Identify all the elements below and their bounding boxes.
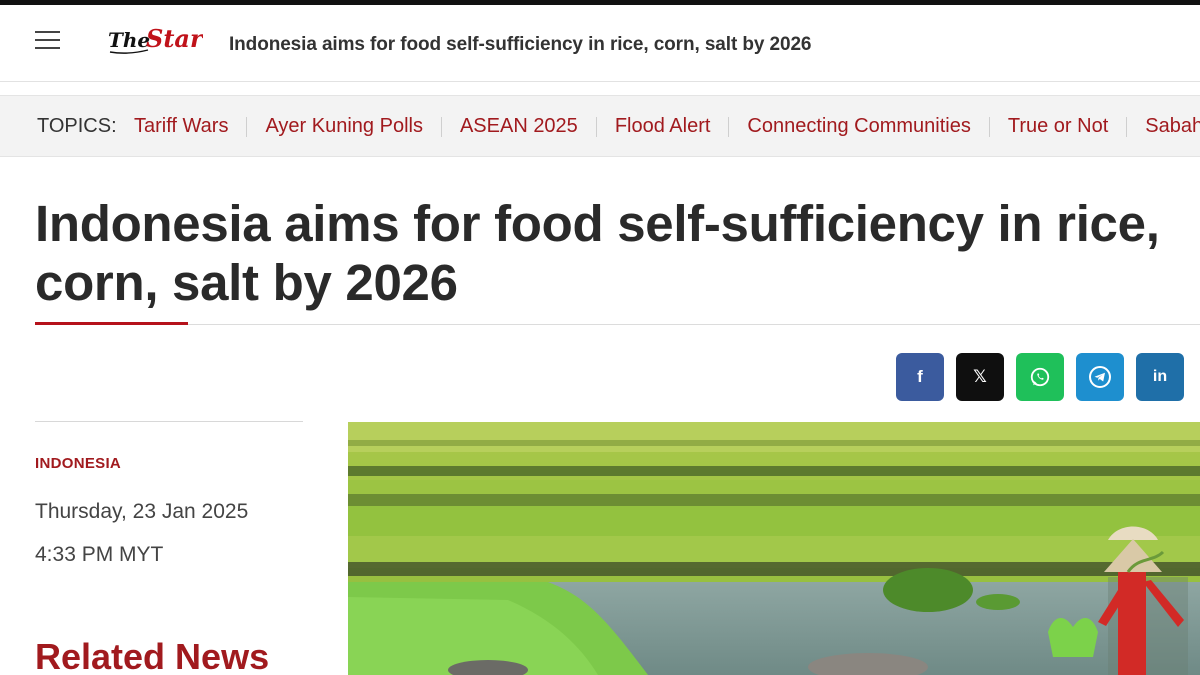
linkedin-share-button[interactable]: in [1136,353,1184,401]
linkedin-icon: in [1152,368,1168,385]
headline-line-2: corn, salt by 2026 [35,254,458,311]
svg-text:The: The [108,28,150,52]
headline-line-1: Indonesia aims for food self-sufficiency… [35,195,1160,252]
topic-link[interactable]: True or Not [1008,115,1108,138]
topic-link[interactable]: ASEAN 2025 [460,115,578,138]
share-buttons: f 𝕏 in [896,353,1196,401]
topics-list: Tariff Wars Ayer Kuning Polls ASEAN 2025… [134,115,1200,138]
facebook-icon: f [917,367,923,386]
article-photo[interactable] [348,422,1200,675]
topic-link[interactable]: Flood Alert [615,115,711,138]
whatsapp-icon [1030,367,1050,387]
site-logo[interactable]: The Star [108,22,203,56]
meta-divider [35,421,303,422]
related-news-heading: Related News [35,636,270,675]
topic-link[interactable]: Sabah & S [1145,115,1200,138]
topic-separator [1126,116,1128,137]
article-category[interactable]: INDONESIA [35,455,121,472]
article-date: Thursday, 23 Jan 2025 [35,500,249,523]
topics-bar: TOPICS: Tariff Wars Ayer Kuning Polls AS… [0,95,1200,157]
telegram-share-button[interactable] [1076,353,1124,401]
topic-separator [246,116,248,137]
facebook-share-button[interactable]: f [896,353,944,401]
topic-link[interactable]: Connecting Communities [747,115,970,138]
svg-text:Star: Star [146,24,203,53]
topic-separator [988,116,990,137]
whatsapp-share-button[interactable] [1016,353,1064,401]
topic-separator [728,116,730,137]
headline-divider [35,324,1200,325]
x-share-button[interactable]: 𝕏 [956,353,1004,401]
topic-link[interactable]: Tariff Wars [134,115,228,138]
rice-field-image [348,422,1200,675]
site-header: The Star Indonesia aims for food self-su… [0,5,1200,82]
x-icon: 𝕏 [973,367,987,386]
header-article-title: Indonesia aims for food self-sufficiency… [229,34,812,55]
topics-label: TOPICS: [37,115,117,137]
article-time: 4:33 PM MYT [35,543,164,566]
topic-link[interactable]: Ayer Kuning Polls [265,115,423,138]
menu-icon[interactable] [35,31,60,51]
article-headline: Indonesia aims for food self-sufficiency… [35,194,1200,312]
topic-separator [595,116,597,137]
telegram-icon [1089,366,1111,388]
headline-accent-bar [35,322,188,325]
topic-separator [440,116,442,137]
